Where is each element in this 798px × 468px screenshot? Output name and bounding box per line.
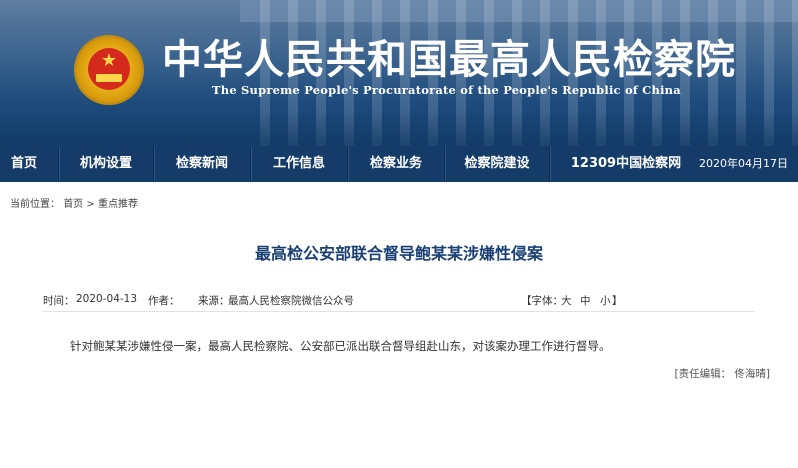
nav-home[interactable]: 首页: [0, 146, 48, 182]
author-label: 作者：: [148, 295, 180, 307]
publish-time: 2020-04-13: [76, 293, 138, 305]
font-medium-link[interactable]: 中: [580, 293, 591, 308]
nav-12309[interactable]: 12309中国检察网: [551, 146, 701, 182]
nav-business[interactable]: 检察业务: [349, 146, 443, 182]
source-value: 最高人民检察院微信公众号: [228, 295, 354, 307]
nav-work-info[interactable]: 工作信息: [252, 146, 346, 182]
article-meta: 时间： 2020-04-13 作者： 来源： 最高人民检察院微信公众号 【字体：…: [43, 291, 755, 311]
nav-news[interactable]: 检察新闻: [155, 146, 249, 182]
source-label: 来源：: [198, 295, 230, 307]
font-size-close: 】: [612, 295, 623, 307]
breadcrumb-separator: >: [86, 199, 95, 210]
main-nav: 首页 机构设置 检察新闻 工作信息 检察业务 检察院建设 12309中国检察网 …: [0, 146, 798, 182]
site-subtitle: The Supreme People's Procuratorate of th…: [212, 83, 681, 97]
breadcrumb: 当前位置： 首页 > 重点推荐: [10, 195, 138, 210]
breadcrumb-home-link[interactable]: 首页: [63, 199, 83, 210]
responsible-editor: [责任编辑： 佟海晴]: [674, 368, 770, 380]
site-title: 中华人民共和国最高人民检察院: [162, 36, 736, 83]
time-label: 时间：: [43, 295, 75, 307]
nav-construction[interactable]: 检察院建设: [446, 146, 548, 182]
header-banner: ★ 中华人民共和国最高人民检察院 The Supreme People's Pr…: [0, 0, 798, 146]
article-title: 最高检公安部联合督导鲍某某涉嫌性侵案: [254, 244, 543, 263]
meta-divider: [43, 311, 755, 312]
procuratorate-emblem-icon: ★: [76, 37, 142, 103]
article-body: 针对鲍某某涉嫌性侵一案，最高人民检察院、公安部已派出联合督导组赴山东，对该案办理…: [70, 339, 611, 353]
nav-organization[interactable]: 机构设置: [60, 146, 152, 182]
font-small-link[interactable]: 小: [600, 293, 611, 308]
current-date: 2020年04月17日: [699, 157, 788, 170]
font-large-link[interactable]: 大: [561, 293, 572, 308]
font-size-open: 【字体：: [521, 295, 563, 307]
breadcrumb-prefix: 当前位置：: [10, 199, 60, 210]
banner-steps: [0, 110, 798, 146]
breadcrumb-current-link[interactable]: 重点推荐: [98, 199, 138, 210]
